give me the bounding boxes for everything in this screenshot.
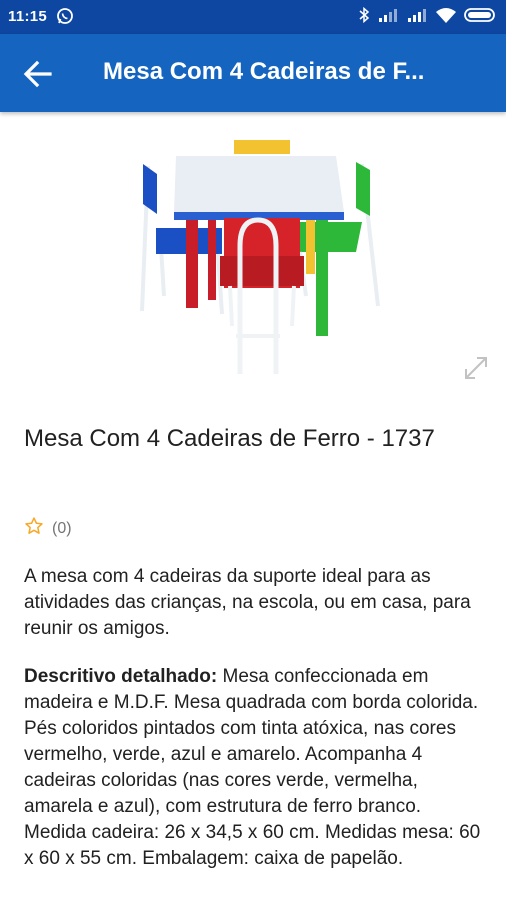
star-outline-icon: [24, 516, 44, 541]
signal-icon: [406, 7, 428, 27]
bluetooth-icon: [358, 6, 370, 28]
detail-heading: Descritivo detalhado:: [24, 666, 218, 687]
product-detail: Descritivo detalhado: Mesa confeccionada…: [24, 664, 486, 872]
product-description: A mesa com 4 cadeiras da suporte ideal p…: [24, 566, 471, 639]
battery-icon: [464, 7, 498, 27]
product-rating[interactable]: (0): [24, 516, 72, 541]
arrow-back-icon[interactable]: [22, 59, 54, 89]
signal-icon: [377, 7, 399, 27]
product-name: Mesa Com 4 Cadeiras de Ferro - 1737: [24, 425, 435, 452]
app-bar: Mesa Com 4 Cadeiras de F...: [0, 34, 506, 112]
rating-count: (0): [52, 519, 72, 537]
whatsapp-icon: [56, 7, 74, 29]
product-image[interactable]: [130, 136, 380, 376]
status-time: 11:15: [8, 8, 48, 25]
detail-text: Mesa confeccionada em madeira e M.D.F. M…: [24, 666, 481, 869]
status-bar: 11:15: [0, 0, 506, 34]
page-title: Mesa Com 4 Cadeiras de F...: [103, 58, 425, 85]
wifi-icon: [435, 7, 457, 28]
expand-icon[interactable]: [460, 352, 492, 384]
